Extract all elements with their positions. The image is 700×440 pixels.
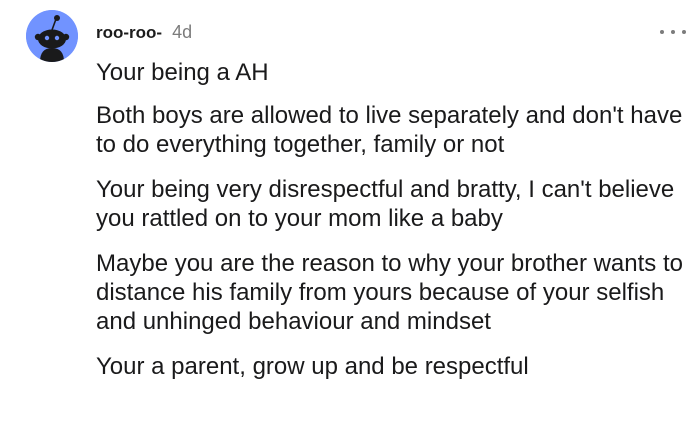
comment-paragraph: Your being a AH — [96, 59, 269, 86]
username[interactable]: roo-roo- — [96, 23, 162, 43]
timestamp: 4d — [172, 22, 193, 42]
comment-paragraph: Your being very disrespectful and bratty… — [96, 176, 675, 232]
comment-paragraph: Your a parent, grow up and be respectful — [96, 353, 529, 380]
comment-paragraph: Both boys are allowed to live separately… — [96, 102, 683, 158]
snoo-avatar-icon — [26, 10, 78, 62]
comment-paragraph: Maybe you are the reason to why your bro… — [96, 250, 683, 335]
comment: roo-roo- 4d Your being a AH Both boys ar… — [0, 0, 700, 440]
more-options-icon[interactable] — [660, 24, 686, 40]
avatar[interactable] — [26, 10, 78, 62]
comment-body: Your being a AH Both boys are allowed to… — [96, 58, 686, 397]
comment-header: roo-roo- 4d — [96, 22, 192, 44]
